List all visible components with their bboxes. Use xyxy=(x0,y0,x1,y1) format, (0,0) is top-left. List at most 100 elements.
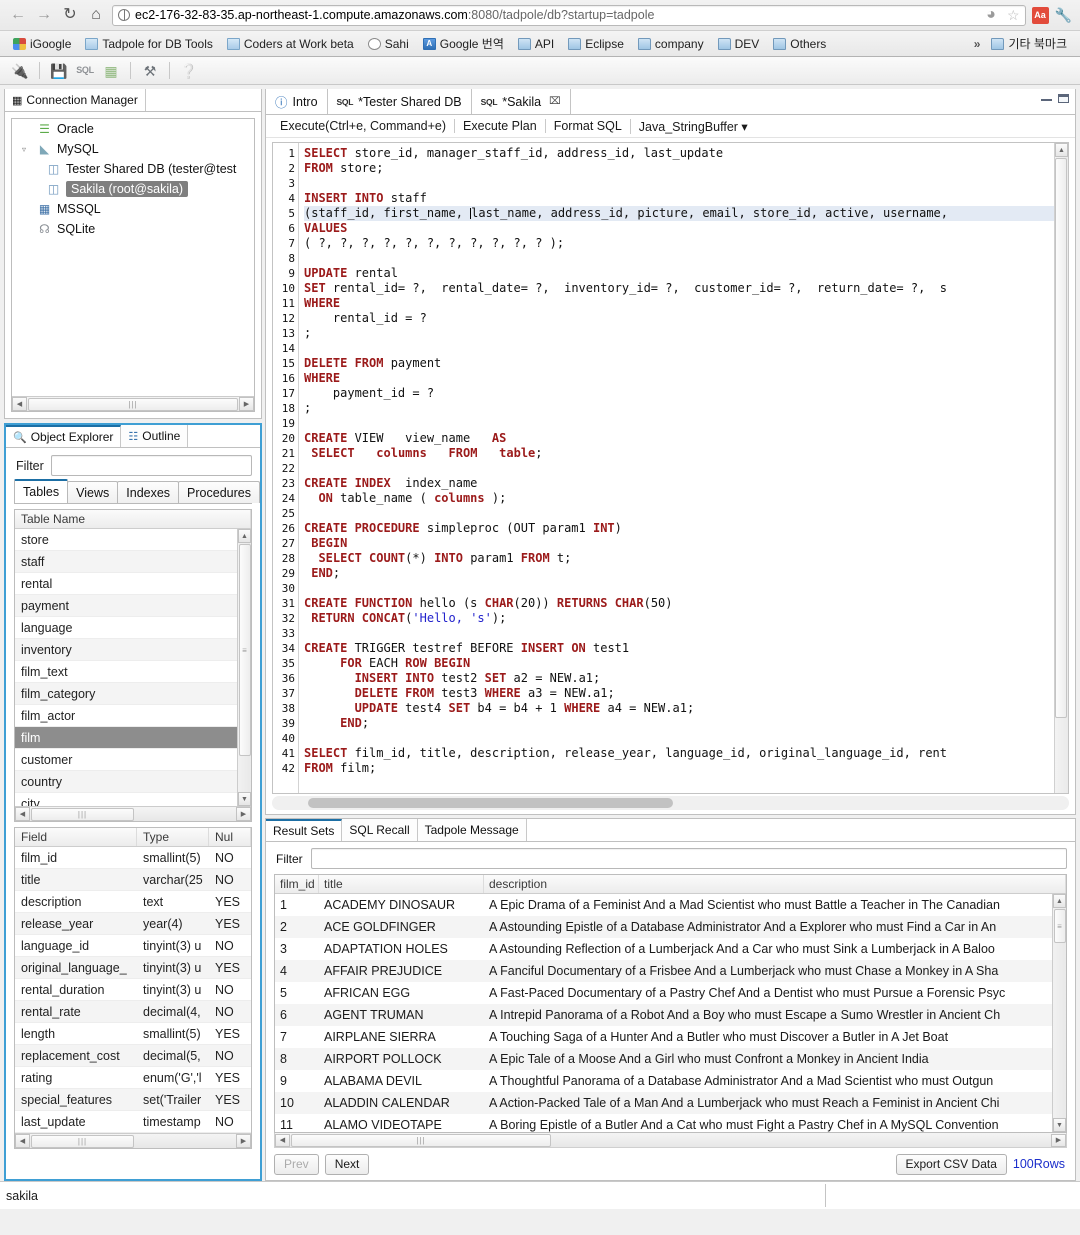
code-line[interactable]: ; xyxy=(304,401,1068,416)
columns-hscrollbar[interactable]: ◀ ||| ▶ xyxy=(15,1133,251,1148)
bookmark-item[interactable]: DEV xyxy=(713,35,765,53)
result-row[interactable]: 10ALADDIN CALENDARA Action-Packed Tale o… xyxy=(275,1092,1066,1114)
column-row[interactable]: last_updatetimestampNO xyxy=(15,1111,251,1133)
tab-result-sets[interactable]: Result Sets xyxy=(266,819,342,841)
scroll-thumb[interactable]: ≡ xyxy=(1054,909,1066,943)
execute-plan-button[interactable]: Execute Plan xyxy=(454,119,545,133)
export-csv-button[interactable]: Export CSV Data xyxy=(896,1154,1007,1175)
code-line[interactable]: BEGIN xyxy=(304,536,1068,551)
scroll-left-icon[interactable]: ◀ xyxy=(15,1134,30,1148)
scroll-right-icon[interactable]: ▶ xyxy=(1051,1134,1066,1147)
scroll-left-icon[interactable]: ◀ xyxy=(12,397,27,411)
bookmark-star-icon[interactable]: ☆ xyxy=(1007,7,1020,24)
subtab-tables[interactable]: Tables xyxy=(14,479,68,503)
code-line[interactable] xyxy=(304,416,1068,431)
tab-object-explorer[interactable]: 🔍 Object Explorer xyxy=(6,425,121,447)
bookmark-item[interactable]: company xyxy=(633,35,709,53)
bookmark-item[interactable]: API xyxy=(513,35,559,53)
result-row[interactable]: 5AFRICAN EGGA Fast-Paced Documentary of … xyxy=(275,982,1066,1004)
code-line[interactable]: FROM film; xyxy=(304,761,1068,776)
column-row[interactable]: release_yearyear(4)YES xyxy=(15,913,251,935)
result-row[interactable]: 11ALAMO VIDEOTAPEA Boring Epistle of a B… xyxy=(275,1114,1066,1132)
subtab-views[interactable]: Views xyxy=(67,481,118,503)
scroll-thumb[interactable] xyxy=(308,798,673,808)
scroll-up-icon[interactable]: ▲ xyxy=(1053,894,1066,908)
tree-item-oracle[interactable]: ☰ Oracle xyxy=(12,119,254,139)
tab-sql-recall[interactable]: SQL Recall xyxy=(342,819,417,841)
columns-grid-body[interactable]: film_idsmallint(5)NOtitlevarchar(25NOdes… xyxy=(15,847,251,1133)
column-row[interactable]: descriptiontextYES xyxy=(15,891,251,913)
tab-tadpole-message[interactable]: Tadpole Message xyxy=(418,819,527,841)
column-row[interactable]: replacement_costdecimal(5,NO xyxy=(15,1045,251,1067)
code-line[interactable]: SET rental_id= ?, rental_date= ?, invent… xyxy=(304,281,1068,296)
code-line[interactable]: SELECT columns FROM table; xyxy=(304,446,1068,461)
table-row[interactable]: film_category xyxy=(15,683,251,705)
table-row[interactable]: language xyxy=(15,617,251,639)
chevron-right-icon[interactable]: » xyxy=(974,37,981,51)
code-line[interactable] xyxy=(304,581,1068,596)
results-filter-input[interactable] xyxy=(311,848,1067,869)
result-row[interactable]: 6AGENT TRUMANA Intrepid Panorama of a Ro… xyxy=(275,1004,1066,1026)
code-line[interactable]: payment_id = ? xyxy=(304,386,1068,401)
table-row[interactable]: film xyxy=(15,727,251,749)
table-row[interactable]: country xyxy=(15,771,251,793)
code-line[interactable]: UPDATE test4 SET b4 = b4 + 1 WHERE a4 = … xyxy=(304,701,1068,716)
address-bar[interactable]: ec2-176-32-83-35.ap-northeast-1.compute.… xyxy=(112,5,1026,26)
results-hscrollbar[interactable]: ◀ ||| ▶ xyxy=(274,1133,1067,1148)
table-row[interactable]: film_actor xyxy=(15,705,251,727)
minimize-icon[interactable] xyxy=(1041,97,1052,101)
wrench-menu-icon[interactable]: 🔧 xyxy=(1055,7,1072,24)
sql-code-editor[interactable]: 1234567891011121314151617181920212223242… xyxy=(272,142,1069,794)
tables-vscrollbar[interactable]: ▲ ≡ ▼ xyxy=(237,529,251,806)
scroll-right-icon[interactable]: ▶ xyxy=(239,397,254,411)
back-icon[interactable]: ← xyxy=(8,5,28,25)
scroll-thumb[interactable]: ||| xyxy=(31,1135,134,1148)
bookmark-item[interactable]: Eclipse xyxy=(563,35,629,53)
column-row[interactable]: titlevarchar(25NO xyxy=(15,869,251,891)
code-line[interactable]: WHERE xyxy=(304,371,1068,386)
scroll-thumb[interactable]: ||| xyxy=(28,398,238,411)
code-line[interactable]: CREATE INDEX index_name xyxy=(304,476,1068,491)
home-icon[interactable]: ⌂ xyxy=(86,5,106,25)
save-icon[interactable]: 💾 xyxy=(49,61,69,81)
code-line[interactable] xyxy=(304,731,1068,746)
format-sql-button[interactable]: Format SQL xyxy=(545,119,630,133)
code-line[interactable]: CREATE VIEW view_name AS xyxy=(304,431,1068,446)
template-dropdown[interactable]: Java_StringBuffer ▾ xyxy=(630,119,756,134)
editor-vscrollbar[interactable]: ▲ xyxy=(1054,143,1068,793)
code-line[interactable]: CREATE FUNCTION hello (s CHAR(20)) RETUR… xyxy=(304,596,1068,611)
grid-chart-icon[interactable]: ▦ xyxy=(101,61,121,81)
bookmark-item[interactable]: Coders at Work beta xyxy=(222,35,359,53)
column-row[interactable]: lengthsmallint(5)YES xyxy=(15,1023,251,1045)
scroll-down-icon[interactable]: ▼ xyxy=(1053,1118,1066,1132)
code-line[interactable]: rental_id = ? xyxy=(304,311,1068,326)
close-icon[interactable]: ⌧ xyxy=(549,96,561,107)
code-line[interactable]: UPDATE rental xyxy=(304,266,1068,281)
results-vscrollbar[interactable]: ▲ ≡ ▼ xyxy=(1052,894,1066,1132)
column-row[interactable]: rental_ratedecimal(4,NO xyxy=(15,1001,251,1023)
tab-connection-manager[interactable]: ▦ Connection Manager xyxy=(5,89,146,111)
scroll-thumb[interactable]: ||| xyxy=(31,808,134,821)
tree-item-tester-shared-db[interactable]: ◫ Tester Shared DB (tester@test xyxy=(12,159,254,179)
tab-tester-shared-db[interactable]: SQL *Tester Shared DB xyxy=(328,89,472,114)
code-line[interactable]: RETURN CONCAT('Hello, 's'); xyxy=(304,611,1068,626)
tables-grid-body[interactable]: storestaffrentalpaymentlanguageinventory… xyxy=(15,529,251,806)
column-row[interactable]: original_language_tinyint(3) uYES xyxy=(15,957,251,979)
adblock-icon[interactable]: Aa xyxy=(1032,7,1049,24)
code-line[interactable]: SELECT COUNT(*) INTO param1 FROM t; xyxy=(304,551,1068,566)
code-line[interactable]: VALUES xyxy=(304,221,1068,236)
code-line[interactable]: CREATE TRIGGER testref BEFORE INSERT ON … xyxy=(304,641,1068,656)
scroll-up-icon[interactable]: ▲ xyxy=(238,529,251,543)
subtab-procedures[interactable]: Procedures xyxy=(178,481,260,503)
result-row[interactable]: 8AIRPORT POLLOCKA Epic Tale of a Moose A… xyxy=(275,1048,1066,1070)
scroll-right-icon[interactable]: ▶ xyxy=(236,1134,251,1148)
tab-intro[interactable]: ⓘ Intro xyxy=(266,89,328,114)
tree-item-sqlite[interactable]: ☊ SQLite xyxy=(12,219,254,239)
other-bookmarks-folder[interactable]: 기타 북마크 xyxy=(986,33,1072,54)
page-action-icon[interactable]: ◕ xyxy=(981,5,1001,25)
next-button[interactable]: Next xyxy=(325,1154,370,1175)
tab-sakila[interactable]: SQL *Sakila ⌧ xyxy=(472,89,571,114)
code-line[interactable] xyxy=(304,506,1068,521)
result-row[interactable]: 3ADAPTATION HOLESA Astounding Reflection… xyxy=(275,938,1066,960)
tree-item-mysql[interactable]: ▿ ◣ MySQL xyxy=(12,139,254,159)
